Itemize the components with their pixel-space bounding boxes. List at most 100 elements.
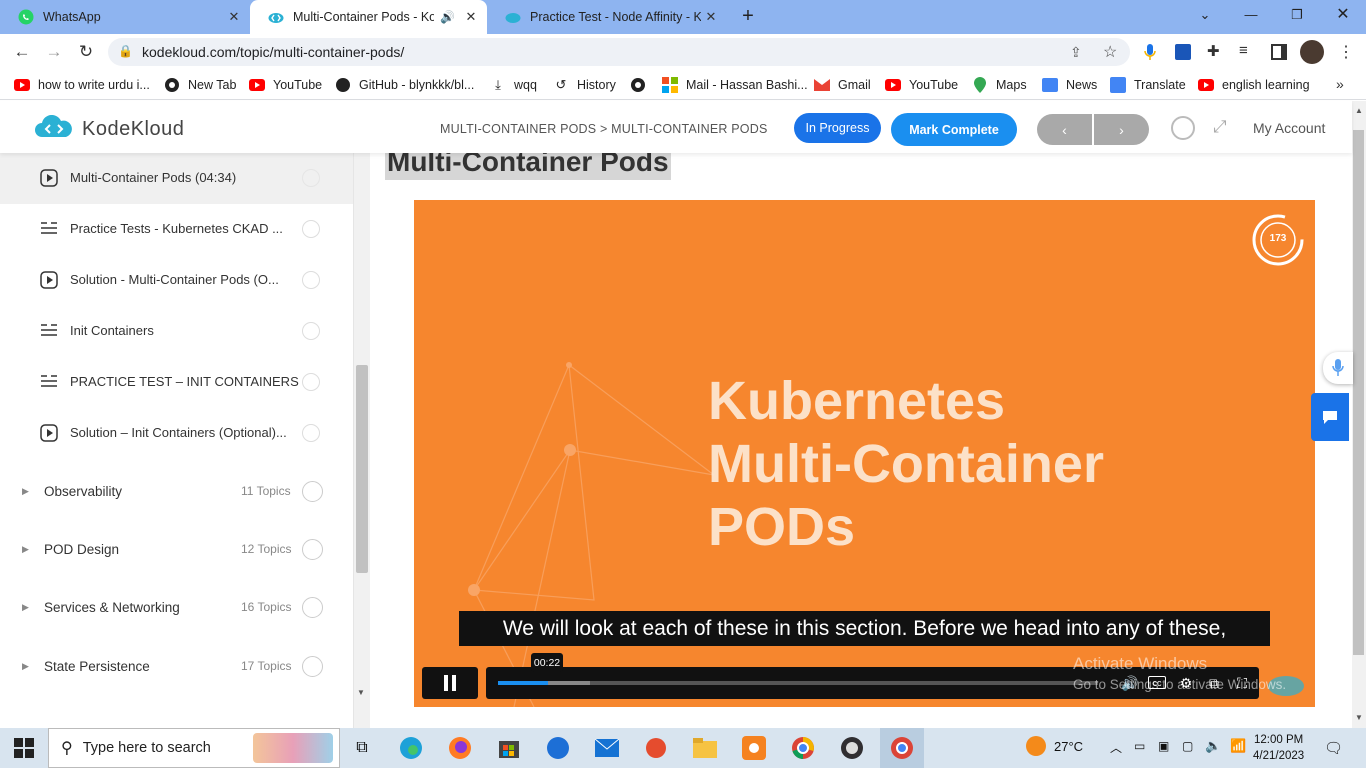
- bookmark-star-icon[interactable]: ☆: [1103, 42, 1117, 62]
- media-control-icon[interactable]: ≡: [1239, 42, 1248, 59]
- bookmark-item[interactable]: how to write urdu i...: [14, 75, 150, 95]
- edge-icon[interactable]: [396, 733, 426, 763]
- completion-circle[interactable]: [302, 271, 320, 289]
- sidebar-lesson[interactable]: Init Containers: [0, 306, 353, 357]
- close-tab-icon[interactable]: ✕: [461, 9, 481, 25]
- tab-search-icon[interactable]: ⌄: [1192, 4, 1218, 26]
- wifi-icon[interactable]: 📶: [1230, 738, 1246, 754]
- sidebar-lesson[interactable]: Multi-Container Pods (04:34): [0, 153, 353, 204]
- bookmark-item[interactable]: [630, 75, 654, 95]
- network-icon[interactable]: ▣: [1158, 739, 1169, 753]
- bookmark-item[interactable]: Maps: [972, 75, 1027, 95]
- section-completion-circle[interactable]: [302, 656, 323, 677]
- file-explorer-icon[interactable]: [690, 733, 720, 763]
- firefox-icon[interactable]: [445, 733, 475, 763]
- section-completion-circle[interactable]: [302, 539, 323, 560]
- speaker-icon[interactable]: 🔊: [440, 10, 455, 24]
- download-extension-icon[interactable]: [1175, 44, 1191, 60]
- page-scroll-down-icon[interactable]: ▼: [1355, 713, 1363, 722]
- completion-circle[interactable]: [302, 322, 320, 340]
- bookmark-item[interactable]: GitHub - blynkkk/bl...: [335, 75, 474, 95]
- microsoft-store-icon[interactable]: [494, 733, 524, 763]
- task-view-icon[interactable]: ⧉: [347, 733, 377, 763]
- kodekloud-logo[interactable]: KodeKloud: [34, 115, 184, 143]
- sidebar-section[interactable]: ▶ Observability 11 Topics: [0, 462, 353, 520]
- expand-arrow-icon[interactable]: ▶: [22, 602, 29, 613]
- progress-played[interactable]: [498, 681, 548, 685]
- section-completion-circle[interactable]: [302, 481, 323, 502]
- menu-icon[interactable]: ⋮: [1338, 42, 1354, 62]
- more-bookmarks-icon[interactable]: »: [1336, 76, 1344, 92]
- back-button[interactable]: ←: [10, 40, 34, 64]
- expand-arrow-icon[interactable]: ▶: [22, 544, 29, 555]
- scroll-down-icon[interactable]: ▼: [357, 688, 365, 697]
- chrome-icon[interactable]: [788, 733, 818, 763]
- settings-app-icon[interactable]: [739, 733, 769, 763]
- battery-icon[interactable]: ▭: [1134, 739, 1145, 753]
- sidebar-lesson[interactable]: Practice Tests - Kubernetes CKAD ...: [0, 204, 353, 255]
- completion-circle[interactable]: [302, 424, 320, 442]
- skype-icon[interactable]: [543, 733, 573, 763]
- profile-avatar[interactable]: [1300, 40, 1324, 64]
- sidebar-section[interactable]: ▶ State Persistence 17 Topics: [0, 637, 353, 695]
- weather-widget[interactable]: 27°C: [1026, 736, 1083, 756]
- bookmark-item[interactable]: Gmail: [814, 75, 871, 95]
- taskbar-search-box[interactable]: ⚲ Type here to search: [48, 728, 340, 768]
- completion-circle[interactable]: [302, 220, 320, 238]
- close-tab-icon[interactable]: ✕: [224, 9, 244, 25]
- bookmark-item[interactable]: Translate: [1110, 75, 1186, 95]
- next-lesson-button[interactable]: ›: [1094, 114, 1149, 145]
- bookmark-item[interactable]: YouTube: [249, 75, 322, 95]
- close-window-button[interactable]: ✕: [1330, 4, 1356, 26]
- tab-practice-test[interactable]: Practice Test - Node Affinity - Ko ✕: [487, 0, 727, 34]
- pause-button[interactable]: [422, 667, 478, 699]
- url-text[interactable]: kodekloud.com/topic/multi-container-pods…: [142, 44, 404, 60]
- bookmark-item[interactable]: Mail - Hassan Bashi...: [662, 75, 808, 95]
- sidebar-scroll-thumb[interactable]: [356, 365, 368, 573]
- sidebar-section[interactable]: ▶ POD Design 12 Topics: [0, 520, 353, 578]
- new-tab-button[interactable]: +: [737, 5, 759, 29]
- my-account-link[interactable]: My Account: [1253, 120, 1325, 136]
- lock-icon[interactable]: 🔒: [118, 44, 133, 58]
- voice-assistant-button[interactable]: [1323, 352, 1353, 384]
- side-panel-icon[interactable]: [1271, 44, 1287, 60]
- windows-start-icon[interactable]: [14, 738, 34, 758]
- expand-icon[interactable]: ⤢: [1213, 117, 1227, 137]
- system-clock[interactable]: 12:00 PM 4/21/2023: [1253, 732, 1304, 764]
- page-scroll-thumb[interactable]: [1353, 130, 1364, 655]
- chat-support-button[interactable]: [1311, 393, 1349, 441]
- mark-complete-button[interactable]: Mark Complete: [891, 113, 1017, 146]
- tab-whatsapp[interactable]: WhatsApp ✕: [0, 0, 250, 34]
- device-icon[interactable]: ▢: [1182, 739, 1193, 753]
- chrome-active-icon[interactable]: [887, 733, 917, 763]
- expand-arrow-icon[interactable]: ▶: [22, 661, 29, 672]
- completion-circle[interactable]: [302, 169, 320, 187]
- tab-multi-container-pods[interactable]: Multi-Container Pods - Kode 🔊 ✕: [250, 0, 487, 34]
- share-icon[interactable]: ⇪: [1070, 44, 1082, 61]
- reload-button[interactable]: ↻: [74, 40, 98, 64]
- forward-button[interactable]: →: [42, 40, 66, 64]
- section-completion-circle[interactable]: [302, 597, 323, 618]
- sidebar-lesson[interactable]: Solution - Multi-Container Pods (O...: [0, 255, 353, 306]
- sidebar-section[interactable]: ▶ Services & Networking 16 Topics: [0, 578, 353, 636]
- sidebar-lesson[interactable]: PRACTICE TEST – INIT CONTAINERS: [0, 357, 353, 408]
- bookmark-item[interactable]: ⤓ wqq: [490, 75, 537, 95]
- bookmark-item[interactable]: ↺ History: [553, 75, 616, 95]
- voice-extension-icon[interactable]: [1142, 42, 1158, 62]
- restore-button[interactable]: ❐: [1284, 4, 1310, 26]
- bookmark-item[interactable]: New Tab: [164, 75, 236, 95]
- show-hidden-icons[interactable]: ︿: [1110, 739, 1122, 756]
- close-tab-icon[interactable]: ✕: [701, 9, 721, 25]
- mail-icon[interactable]: [592, 733, 622, 763]
- minimize-button[interactable]: —: [1238, 4, 1264, 26]
- obs-icon[interactable]: [837, 733, 867, 763]
- dark-mode-icon[interactable]: [1171, 116, 1195, 140]
- previous-lesson-button[interactable]: ‹: [1037, 114, 1092, 145]
- completion-circle[interactable]: [302, 373, 320, 391]
- notifications-icon[interactable]: 🗨: [1324, 739, 1343, 757]
- expand-arrow-icon[interactable]: ▶: [22, 486, 29, 497]
- extensions-icon[interactable]: ✚: [1207, 42, 1220, 60]
- volume-tray-icon[interactable]: 🔈: [1205, 738, 1221, 754]
- bookmark-item[interactable]: YouTube: [885, 75, 958, 95]
- page-scroll-up-icon[interactable]: ▲: [1355, 106, 1363, 115]
